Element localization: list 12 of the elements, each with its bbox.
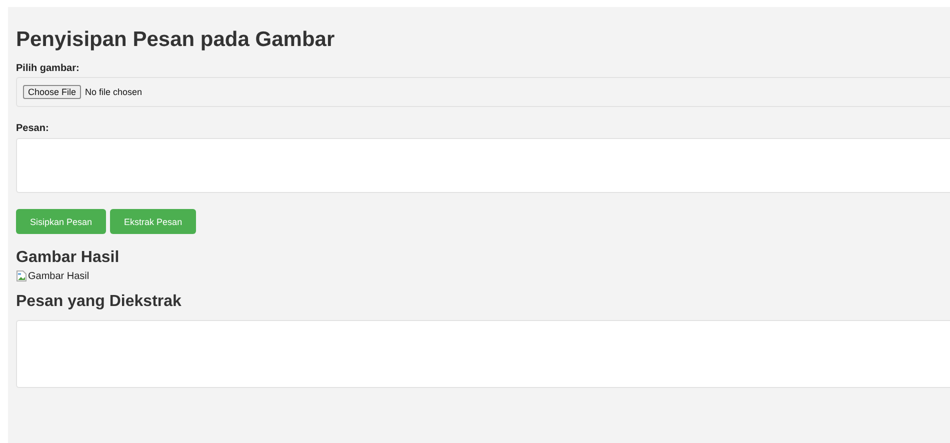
file-input-field[interactable]: Choose File No file chosen bbox=[16, 77, 950, 107]
section-heading: Gambar Hasil bbox=[16, 248, 120, 268]
broken-image-icon bbox=[16, 270, 27, 282]
section-heading: Pesan yang Diekstrak bbox=[16, 292, 182, 312]
extracted-message-field[interactable] bbox=[16, 320, 950, 388]
field-label: Pilih gambar: bbox=[16, 63, 80, 75]
file-status: No file chosen bbox=[85, 87, 142, 97]
choose-file-button[interactable]: Choose File bbox=[23, 85, 82, 99]
message-input-field[interactable] bbox=[16, 138, 950, 193]
field-label: Pesan: bbox=[16, 123, 50, 135]
image-alt-text: Gambar Hasil bbox=[28, 270, 90, 282]
page-title: Penyisipan Pesan pada Gambar bbox=[16, 27, 336, 53]
